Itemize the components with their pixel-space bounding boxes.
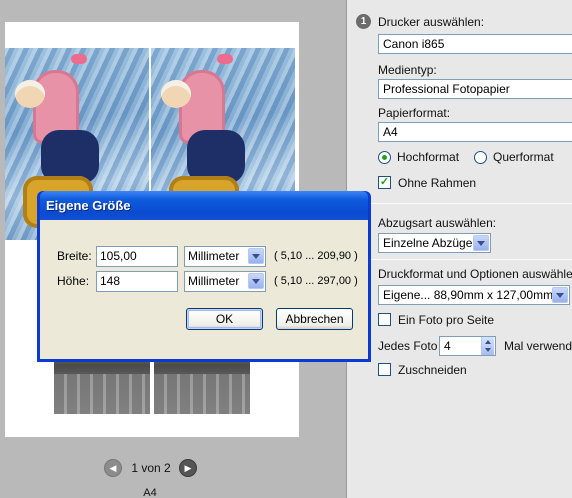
paper-format-label: Papierformat: [378, 106, 451, 120]
width-input[interactable]: 105,00 [96, 246, 178, 267]
each-photo-stepper[interactable]: 4 [439, 336, 496, 356]
print-type-select[interactable]: Einzelne Abzüge [378, 233, 491, 253]
cancel-button[interactable]: Abbrechen [276, 308, 353, 330]
print-type-label: Abzugsart auswählen: [378, 216, 497, 230]
chevron-down-icon [473, 235, 489, 251]
print-settings-panel: 1 Drucker auswählen: Canon i865 Medienty… [348, 0, 572, 498]
chevron-down-icon [248, 248, 264, 264]
paper-format-value: A4 [383, 125, 398, 139]
width-label: Breite: [57, 249, 92, 263]
borderless-label: Ohne Rahmen [398, 176, 477, 190]
landscape-label: Querformat [493, 150, 554, 164]
media-type-field[interactable]: Professional Fotopapier [378, 79, 572, 99]
height-range: ( 5,10 ... 297,00 ) [274, 275, 358, 287]
landscape-radio[interactable] [474, 151, 487, 164]
dialog-body: Breite: 105,00 Millimeter ( 5,10 ... 209… [40, 220, 368, 359]
width-unit-select[interactable]: Millimeter [184, 246, 266, 267]
custom-size-dialog: Eigene Größe Breite: 105,00 Millimeter (… [37, 191, 371, 362]
width-unit-value: Millimeter [188, 249, 240, 263]
chevron-down-icon [248, 273, 264, 289]
printer-select[interactable]: Canon i865 [378, 34, 572, 54]
print-format-select[interactable]: Eigene... 88,90mm x 127,00mm [378, 285, 570, 305]
one-photo-per-page-checkbox[interactable] [378, 313, 391, 326]
dialog-titlebar[interactable]: Eigene Größe [40, 191, 368, 220]
media-type-label: Medientyp: [378, 63, 437, 77]
height-unit-select[interactable]: Millimeter [184, 271, 266, 292]
ok-button[interactable]: OK [186, 308, 263, 330]
portrait-radio[interactable] [378, 151, 391, 164]
step-number-badge: 1 [356, 14, 371, 29]
print-type-value: Einzelne Abzüge [383, 236, 473, 250]
spinner-arrows-icon[interactable] [481, 337, 494, 355]
chevron-down-icon [552, 287, 568, 303]
printer-select-value: Canon i865 [383, 37, 445, 51]
crop-label: Zuschneiden [398, 363, 467, 377]
separator [348, 203, 572, 204]
print-format-value: Eigene... 88,90mm x 127,00mm [383, 288, 554, 302]
borderless-checkbox[interactable]: ✓ [378, 176, 391, 189]
media-type-value: Professional Fotopapier [383, 82, 510, 96]
page-indicator: 1 von 2 [131, 461, 171, 475]
each-photo-label: Jedes Foto [378, 339, 438, 353]
separator [348, 259, 572, 260]
previous-page-button[interactable]: ◀ [104, 459, 122, 477]
next-page-button[interactable]: ▶ [179, 459, 197, 477]
print-format-label: Druckformat und Optionen auswähle [378, 267, 572, 281]
crop-checkbox[interactable] [378, 363, 391, 376]
height-unit-value: Millimeter [188, 274, 240, 288]
paper-size-label: A4 [143, 487, 157, 498]
height-label: Höhe: [57, 274, 90, 288]
dialog-title: Eigene Größe [46, 198, 131, 213]
each-photo-value: 4 [444, 339, 451, 353]
portrait-label: Hochformat [397, 150, 460, 164]
printer-label: Drucker auswählen: [378, 15, 485, 29]
one-photo-per-page-label: Ein Foto pro Seite [398, 313, 495, 327]
each-photo-suffix: Mal verwendi [504, 339, 572, 353]
width-range: ( 5,10 ... 209,90 ) [274, 250, 358, 262]
page-navigator: ◀ 1 von 2 ▶ [104, 459, 197, 479]
paper-format-field[interactable]: A4 [378, 122, 572, 142]
height-input[interactable]: 148 [96, 271, 178, 292]
